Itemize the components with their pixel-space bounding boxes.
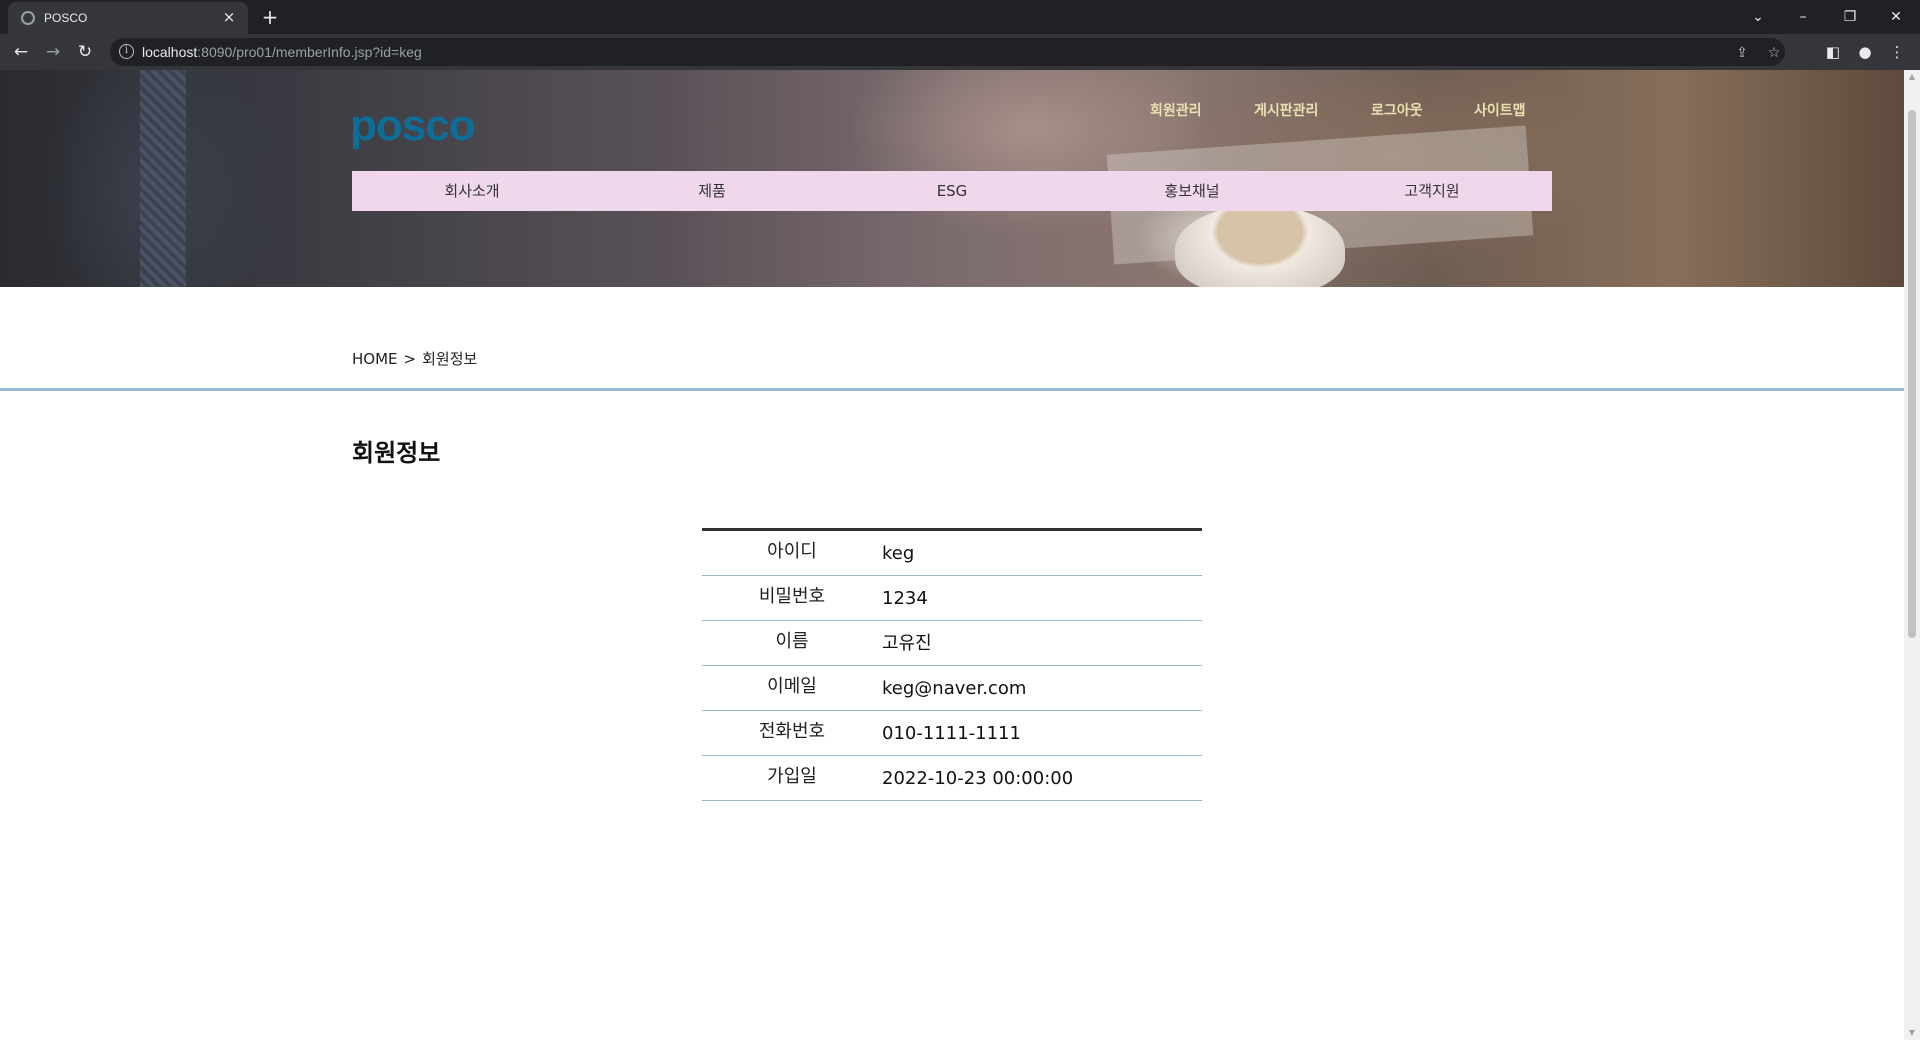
header-banner: posco 회원관리 게시판관리 로그아웃 사이트맵 회사소개 제품 ESG 홍… — [0, 70, 1904, 287]
row-value: keg — [882, 543, 915, 564]
row-value: 2022-10-23 00:00:00 — [882, 768, 1074, 789]
browser-tab-bar: POSCO × + ⌄ – ❐ ✕ — [0, 0, 1920, 34]
row-value: 고유진 — [882, 633, 932, 654]
site-info-icon[interactable]: i — [119, 44, 134, 59]
reload-icon[interactable]: ↻ — [73, 40, 97, 64]
table-row: 전화번호 010-1111-1111 — [702, 711, 1202, 756]
breadcrumb-current: 회원정보 — [422, 350, 478, 368]
back-icon[interactable]: ← — [9, 40, 33, 64]
row-label: 전화번호 — [758, 721, 826, 742]
table-row: 비밀번호 1234 — [702, 576, 1202, 621]
banner-cup-decoration — [1175, 205, 1345, 287]
minimize-icon[interactable]: – — [1783, 4, 1823, 30]
nav-item-pr-channel[interactable]: 홍보채널 — [1072, 171, 1312, 211]
browser-tab[interactable]: POSCO × — [8, 2, 248, 34]
banner-tie-decoration — [140, 70, 186, 287]
globe-icon — [21, 11, 35, 25]
address-bar[interactable]: i localhost:8090/pro01/memberInfo.jsp?id… — [110, 38, 1785, 66]
page-viewport: posco 회원관리 게시판관리 로그아웃 사이트맵 회사소개 제품 ESG 홍… — [0, 70, 1904, 1040]
table-row: 가입일 2022-10-23 00:00:00 — [702, 756, 1202, 801]
bookmark-star-icon[interactable]: ☆ — [1765, 44, 1783, 62]
tab-search-icon[interactable]: ⌄ — [1738, 4, 1778, 30]
nav-item-company[interactable]: 회사소개 — [352, 171, 592, 211]
breadcrumb: HOME > 회원정보 — [352, 348, 477, 369]
table-row: 이메일 keg@naver.com — [702, 666, 1202, 711]
profile-icon[interactable]: ● — [1853, 40, 1877, 64]
main-nav: 회사소개 제품 ESG 홍보채널 고객지원 — [352, 171, 1552, 211]
row-label: 이메일 — [767, 676, 817, 697]
row-label: 이름 — [775, 631, 809, 652]
posco-logo[interactable]: posco — [350, 104, 500, 152]
breadcrumb-home[interactable]: HOME — [352, 350, 398, 368]
table-row: 이름 고유진 — [702, 621, 1202, 666]
nav-item-support[interactable]: 고객지원 — [1312, 171, 1552, 211]
nav-item-products[interactable]: 제품 — [592, 171, 832, 211]
row-value: keg@naver.com — [882, 678, 1027, 699]
browser-toolbar: ← → ↻ i localhost:8090/pro01/memberInfo.… — [0, 34, 1920, 70]
breadcrumb-divider — [0, 388, 1904, 391]
logo-text: posco — [350, 104, 475, 150]
member-info-table: 아이디 keg 비밀번호 1234 이름 고유진 이메일 keg@naver.c… — [702, 528, 1202, 801]
row-label: 아이디 — [767, 541, 817, 562]
nav-item-esg[interactable]: ESG — [832, 171, 1072, 211]
scroll-down-icon[interactable]: ▼ — [1904, 1026, 1920, 1040]
top-link-logout[interactable]: 로그아웃 — [1371, 100, 1423, 120]
side-panel-icon[interactable]: ◧ — [1821, 40, 1845, 64]
tab-close-icon[interactable]: × — [220, 8, 238, 26]
scrollbar-thumb[interactable] — [1908, 110, 1916, 638]
top-link-sitemap[interactable]: 사이트맵 — [1474, 100, 1526, 120]
tab-title: POSCO — [44, 11, 88, 25]
row-value: 1234 — [882, 588, 928, 609]
top-link-member-admin[interactable]: 회원관리 — [1150, 100, 1202, 120]
page-scrollbar[interactable]: ▲ ▼ — [1904, 70, 1920, 1040]
page-title: 회원정보 — [352, 439, 441, 467]
new-tab-button[interactable]: + — [259, 6, 281, 28]
menu-icon[interactable]: ⋮ — [1885, 40, 1909, 64]
row-label: 가입일 — [767, 766, 817, 787]
breadcrumb-separator: > — [403, 350, 417, 368]
row-value: 010-1111-1111 — [882, 723, 1021, 744]
close-window-icon[interactable]: ✕ — [1876, 4, 1916, 30]
row-label: 비밀번호 — [758, 586, 826, 607]
share-icon[interactable]: ⇪ — [1733, 44, 1751, 62]
top-link-board-admin[interactable]: 게시판관리 — [1254, 100, 1318, 120]
scroll-up-icon[interactable]: ▲ — [1904, 70, 1920, 84]
forward-icon[interactable]: → — [41, 40, 65, 64]
restore-icon[interactable]: ❐ — [1830, 4, 1870, 30]
table-row: 아이디 keg — [702, 531, 1202, 576]
url-text: localhost:8090/pro01/memberInfo.jsp?id=k… — [142, 44, 422, 60]
